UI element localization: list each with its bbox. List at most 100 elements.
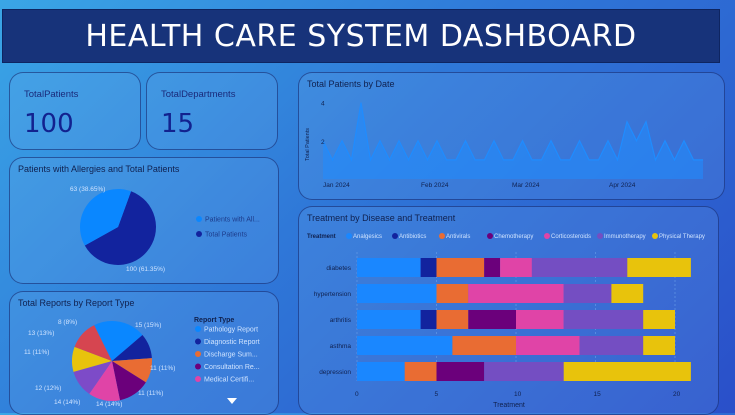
bar-segment bbox=[643, 336, 675, 355]
legend-marker bbox=[195, 363, 201, 370]
slice-label: 11 (11%) bbox=[150, 365, 175, 372]
bar-segment bbox=[643, 310, 675, 329]
legend-marker bbox=[439, 233, 445, 239]
x-axis-label: Treatment bbox=[493, 402, 525, 409]
legend-label: Diagnostic Report bbox=[204, 339, 260, 346]
bar-segment bbox=[357, 284, 437, 303]
slice-label: 12 (12%) bbox=[35, 385, 61, 392]
legend-label: Discharge Sum... bbox=[204, 352, 258, 359]
legend-label: Total Patients bbox=[205, 232, 248, 239]
kpi-value: 15 bbox=[161, 109, 195, 139]
legend-label: Pathology Report bbox=[204, 327, 258, 334]
legend-marker bbox=[195, 326, 201, 332]
bar-segment bbox=[563, 284, 612, 303]
legend-label: Immunotherapy bbox=[604, 234, 646, 240]
bar-segment bbox=[452, 336, 516, 355]
bar-segment bbox=[531, 258, 628, 277]
legend-marker bbox=[652, 233, 658, 239]
category-label: asthma bbox=[330, 343, 352, 350]
category-label: arthritis bbox=[330, 317, 352, 324]
x-tick-label: Jan 2024 bbox=[323, 182, 350, 189]
treatment-stacked-bar-chart[interactable]: Treatment Analgesics Antibiotics Antivirals… bbox=[299, 207, 718, 414]
slice-label: 11 (11%) bbox=[24, 349, 49, 356]
bar-segment bbox=[468, 310, 516, 329]
legend-label: Medical Certifi... bbox=[204, 377, 254, 384]
dashboard-banner: HEALTH CARE SYSTEM DASHBOARD bbox=[2, 9, 720, 63]
legend-label: Antivirals bbox=[446, 234, 470, 240]
page-title: HEALTH CARE SYSTEM DASHBOARD bbox=[85, 18, 637, 54]
bar-segment bbox=[357, 362, 405, 381]
bar-segment bbox=[500, 258, 532, 277]
slice-label: 8 (8%) bbox=[58, 319, 77, 326]
bar-segment bbox=[436, 310, 469, 329]
slice-label: 11 (11%) bbox=[138, 390, 163, 397]
allergy-chart-card[interactable]: Patients with Allergies and Total Patien… bbox=[9, 157, 279, 284]
bar-segment bbox=[436, 258, 485, 277]
legend-label: Chemotherapy bbox=[494, 234, 533, 240]
y-axis-label: Total Patients bbox=[305, 128, 311, 161]
legend-marker bbox=[544, 233, 550, 239]
x-tick-label: 5 bbox=[435, 391, 439, 398]
legend-marker bbox=[346, 233, 352, 239]
bar-segment bbox=[516, 310, 564, 329]
category-label: hypertension bbox=[314, 291, 352, 298]
bar-segment bbox=[563, 362, 691, 381]
treatment-chart-card[interactable]: Treatment by Disease and Treatment Treat… bbox=[298, 206, 719, 415]
y-tick-label: 4 bbox=[321, 101, 325, 108]
slice-label: 14 (14%) bbox=[96, 401, 122, 408]
data-label: 100 (61.35%) bbox=[126, 266, 165, 273]
legend-marker bbox=[597, 233, 603, 239]
bar-segment bbox=[611, 284, 644, 303]
kpi-card-total-departments[interactable]: TotalDepartments 15 bbox=[146, 72, 278, 150]
x-tick-label: 20 bbox=[673, 391, 681, 398]
bar-segment bbox=[516, 336, 580, 355]
legend-label: Patients with All... bbox=[205, 217, 260, 224]
legend-marker bbox=[195, 338, 201, 345]
category-label: depression bbox=[319, 369, 351, 376]
bar-segment bbox=[627, 258, 691, 277]
bar-segment bbox=[357, 258, 421, 277]
bar-segment bbox=[579, 336, 644, 355]
legend-marker bbox=[195, 376, 201, 382]
allergy-pie-chart[interactable]: 63 (38.65%)100 (61.35%)Patients with All… bbox=[10, 158, 278, 283]
date-chart-card[interactable]: Total Patients by Date 4 2 Total Patients J… bbox=[298, 72, 725, 200]
legend-marker bbox=[196, 216, 202, 222]
kpi-card-total-patients[interactable]: TotalPatients 100 bbox=[9, 72, 141, 150]
x-tick-label: 15 bbox=[594, 391, 602, 398]
bar-segment bbox=[563, 310, 644, 329]
x-tick-label: 10 bbox=[514, 391, 522, 398]
x-tick-label: Mar 2024 bbox=[512, 182, 540, 189]
slice-label: 15 (15%) bbox=[135, 322, 161, 329]
legend-label: Antibiotics bbox=[399, 234, 426, 240]
bar-segment bbox=[436, 362, 485, 381]
kpi-label: TotalDepartments bbox=[161, 89, 236, 100]
x-tick-label: Apr 2024 bbox=[609, 182, 636, 189]
bar-segment bbox=[420, 258, 437, 277]
legend-marker bbox=[392, 233, 398, 239]
reports-chart-card[interactable]: Total Reports by Report Type 15 (15%) 11 … bbox=[9, 291, 279, 415]
bar-segment bbox=[357, 336, 453, 355]
bar-segment bbox=[484, 258, 501, 277]
legend-scroll-down-icon[interactable] bbox=[227, 398, 237, 404]
bar-segment bbox=[436, 284, 469, 303]
slice-label: 13 (13%) bbox=[28, 330, 54, 337]
patients-by-date-line-chart[interactable]: 4 2 Total Patients Jan 2024 Feb 2024 Mar 2024… bbox=[299, 73, 724, 199]
reports-pie-chart[interactable]: 15 (15%) 11 (11%) 11 (11%) 14 (14%) 14 (14%)… bbox=[10, 292, 278, 414]
legend-title: Report Type bbox=[194, 317, 234, 324]
x-tick-label: Feb 2024 bbox=[421, 182, 449, 189]
legend-label: Analgesics bbox=[353, 234, 382, 240]
bar-segment bbox=[468, 284, 564, 303]
bar-segment bbox=[404, 362, 437, 381]
y-tick-label: 2 bbox=[321, 139, 325, 146]
kpi-label: TotalPatients bbox=[24, 89, 79, 100]
legend-label: Consultation Re... bbox=[204, 364, 260, 371]
legend-label: Physical Therapy bbox=[659, 234, 705, 240]
data-label: 63 (38.65%) bbox=[70, 186, 105, 193]
x-tick-label: 0 bbox=[355, 391, 359, 398]
kpi-value: 100 bbox=[24, 109, 74, 139]
bar-segment bbox=[357, 310, 421, 329]
legend-marker bbox=[487, 233, 493, 239]
bar-segment bbox=[420, 310, 437, 329]
legend-marker bbox=[195, 351, 201, 357]
legend-marker bbox=[196, 231, 202, 237]
